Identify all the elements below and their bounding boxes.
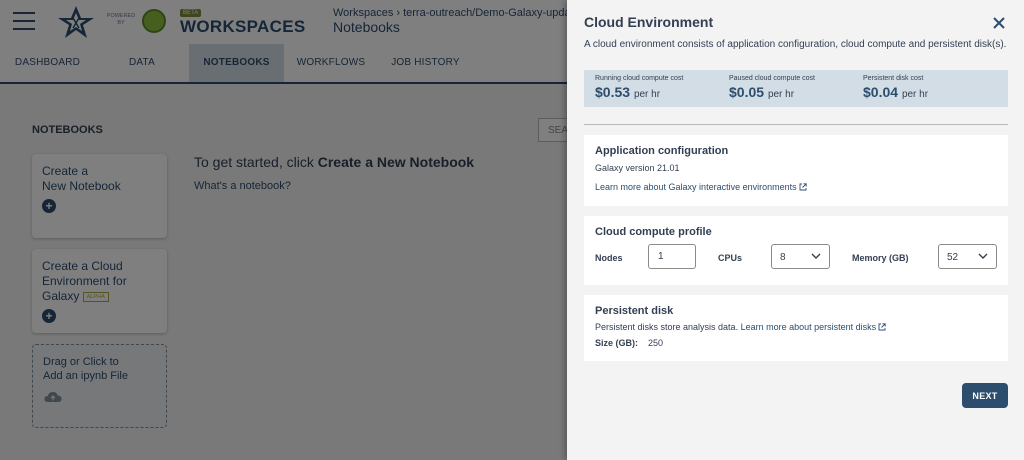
galaxy-version: Galaxy version 21.01 xyxy=(595,163,680,173)
cloud-environment-panel: Cloud Environment A cloud environment co… xyxy=(567,0,1024,460)
persistent-disk-section: Persistent disk Persistent disks store a… xyxy=(584,295,1008,361)
disk-size-row: Size (GB): 250 xyxy=(595,338,997,348)
divider xyxy=(584,124,1008,125)
disk-description: Persistent disks store analysis data. xyxy=(595,322,739,332)
compute-profile-section: Cloud compute profile Nodes CPUs 8 Memor… xyxy=(584,216,1008,285)
cpus-label: CPUs xyxy=(718,253,743,263)
app-config-section: Application configuration Galaxy version… xyxy=(584,135,1008,206)
cost-value: $0.53 xyxy=(595,84,631,100)
disk-learn-more-link[interactable]: Learn more about persistent disks xyxy=(741,322,887,332)
disk-description-row: Persistent disks store analysis data. Le… xyxy=(595,322,997,332)
memory-select[interactable]: 52 xyxy=(938,244,997,269)
memory-value: 52 xyxy=(947,252,959,263)
paused-cost: Paused cloud compute cost $0.05 per hr xyxy=(729,75,815,100)
link-text: Learn more about persistent disks xyxy=(740,322,877,332)
chevron-down-icon xyxy=(811,253,821,259)
close-button[interactable] xyxy=(989,14,1009,34)
disk-size-label: Size (GB): xyxy=(595,338,639,348)
cost-value: $0.05 xyxy=(729,84,765,100)
next-button[interactable]: NEXT xyxy=(962,383,1008,408)
chevron-down-icon xyxy=(978,253,988,259)
external-link-icon xyxy=(799,183,807,191)
external-link-icon xyxy=(878,323,886,331)
nodes-label: Nodes xyxy=(595,253,623,263)
panel-description: A cloud environment consists of applicat… xyxy=(584,39,1007,50)
cost-value: $0.04 xyxy=(863,84,899,100)
link-text: Learn more about Galaxy interactive envi… xyxy=(595,182,797,192)
cost-label: Paused cloud compute cost xyxy=(729,75,815,82)
compute-profile-row: Nodes CPUs 8 Memory (GB) 52 xyxy=(595,244,997,272)
cost-unit: per hr xyxy=(633,89,661,100)
nodes-input[interactable] xyxy=(648,244,696,269)
section-title: Application configuration xyxy=(595,145,729,157)
disk-size-value: 250 xyxy=(648,338,664,348)
memory-label: Memory (GB) xyxy=(852,253,909,263)
disk-cost: Persistent disk cost $0.04 per hr xyxy=(863,75,928,100)
galaxy-learn-more-link[interactable]: Learn more about Galaxy interactive envi… xyxy=(595,182,807,192)
cost-unit: per hr xyxy=(901,89,929,100)
cpus-value: 8 xyxy=(780,252,786,263)
cost-label: Running cloud compute cost xyxy=(595,75,684,82)
cpus-select[interactable]: 8 xyxy=(771,244,830,269)
cost-unit: per hr xyxy=(767,89,795,100)
running-cost: Running cloud compute cost $0.53 per hr xyxy=(595,75,683,100)
panel-title: Cloud Environment xyxy=(584,14,714,30)
cost-summary: Running cloud compute cost $0.53 per hr … xyxy=(584,70,1008,107)
cost-label: Persistent disk cost xyxy=(863,75,924,82)
section-title: Persistent disk xyxy=(595,305,674,317)
close-icon xyxy=(993,16,1005,29)
section-title: Cloud compute profile xyxy=(595,226,712,238)
